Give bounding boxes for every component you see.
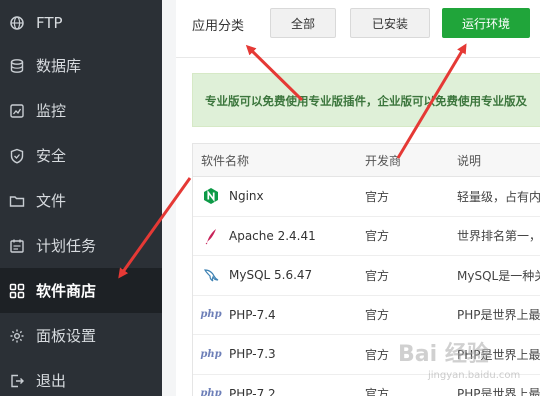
- sidebar-item-label: 文件: [36, 192, 67, 210]
- baidu-watermark: Bai 经验: [398, 342, 489, 367]
- software-vendor: 官方: [365, 229, 390, 244]
- shield-icon: [9, 148, 25, 164]
- pro-notice-banner: 专业版可以免费使用专业版插件，企业版可以免费使用专业版及: [192, 73, 540, 127]
- software-name: PHP-7.3: [229, 347, 276, 362]
- software-desc: 世界排名第一，: [457, 229, 540, 244]
- filter-installed-button[interactable]: 已安装: [350, 8, 430, 38]
- software-name: Nginx: [229, 189, 264, 204]
- software-vendor: 官方: [365, 387, 390, 396]
- sidebar-item-label: 数据库: [36, 57, 82, 75]
- table-header: 软件名称 开发商 说明: [193, 144, 540, 177]
- sidebar-item-ftp[interactable]: FTP: [0, 0, 162, 45]
- table-row[interactable]: MySQL 5.6.47 官方 MySQL是一种关: [193, 256, 540, 296]
- software-name: MySQL 5.6.47: [229, 268, 313, 283]
- table-row[interactable]: php PHP-7.4 官方 PHP是世界上最: [193, 296, 540, 335]
- table-row[interactable]: Apache 2.4.41 官方 世界排名第一，: [193, 217, 540, 256]
- sidebar-item-files[interactable]: 文件: [0, 178, 162, 223]
- sidebar-item-label: 面板设置: [36, 327, 97, 345]
- sidebar-item-label: 软件商店: [36, 282, 97, 300]
- software-desc: PHP是世界上最: [457, 308, 540, 323]
- nginx-icon: [201, 186, 221, 206]
- software-name: PHP-7.2: [229, 386, 276, 396]
- mysql-dolphin-icon: [201, 265, 221, 285]
- sidebar-item-label: 计划任务: [36, 237, 97, 255]
- sidebar: FTP 数据库 监控 安全 文件 计划任务 软件商店 面板设置 退出: [0, 0, 162, 396]
- software-vendor: 官方: [365, 308, 390, 323]
- software-desc: 轻量级，占有内: [457, 189, 540, 204]
- col-header-name: 软件名称: [201, 153, 250, 168]
- sidebar-item-monitor[interactable]: 监控: [0, 88, 162, 133]
- sidebar-item-label: 监控: [36, 102, 67, 120]
- sidebar-item-label: FTP: [36, 13, 63, 32]
- sidebar-item-label: 安全: [36, 147, 67, 165]
- software-vendor: 官方: [365, 189, 390, 204]
- logout-icon: [9, 373, 25, 389]
- calendar-icon: [9, 238, 25, 254]
- col-header-vendor: 开发商: [365, 153, 402, 168]
- filter-all-button[interactable]: 全部: [270, 8, 336, 38]
- sidebar-item-security[interactable]: 安全: [0, 133, 162, 178]
- sidebar-item-database[interactable]: 数据库: [0, 43, 162, 88]
- php-icon: php: [200, 309, 222, 321]
- software-vendor: 官方: [365, 347, 390, 362]
- software-name: PHP-7.4: [229, 307, 276, 322]
- category-label: 应用分类: [192, 19, 245, 34]
- apache-feather-icon: [201, 226, 221, 246]
- sidebar-item-panel-settings[interactable]: 面板设置: [0, 313, 162, 358]
- col-header-desc: 说明: [457, 153, 482, 168]
- sidebar-item-label: 退出: [36, 372, 67, 390]
- baidu-watermark-url: jingyan.baidu.com: [428, 370, 521, 381]
- sidebar-item-logout[interactable]: 退出: [0, 358, 162, 396]
- monitor-icon: [9, 103, 25, 119]
- globe-icon: [9, 15, 25, 31]
- software-vendor: 官方: [365, 268, 390, 283]
- folder-icon: [9, 193, 25, 209]
- php-icon: php: [200, 348, 222, 360]
- divider: [176, 57, 540, 58]
- table-row[interactable]: Nginx 官方 轻量级，占有内: [193, 177, 540, 217]
- software-name: Apache 2.4.41: [229, 228, 316, 243]
- gear-icon: [9, 328, 25, 344]
- software-desc: MySQL是一种关: [457, 268, 540, 283]
- php-icon: php: [200, 388, 222, 396]
- sidebar-item-cron[interactable]: 计划任务: [0, 223, 162, 268]
- grid-icon: [9, 283, 25, 299]
- database-icon: [9, 58, 25, 74]
- sidebar-item-software-store[interactable]: 软件商店: [0, 268, 162, 313]
- filter-runtime-button[interactable]: 运行环境: [442, 8, 530, 38]
